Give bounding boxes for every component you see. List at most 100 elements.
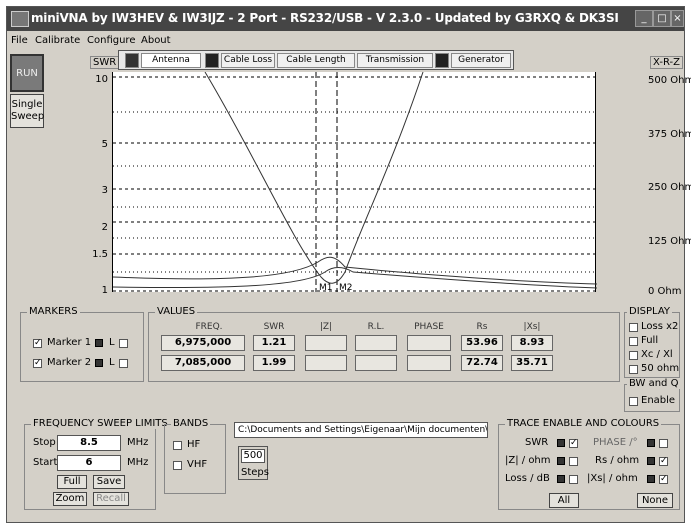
marker-1-label: Marker 1 <box>47 337 92 348</box>
y-tick-2: 2 <box>101 222 108 233</box>
stop-label: Stop <box>33 437 56 448</box>
steps-group: 500 Steps <box>238 446 269 480</box>
tab-antenna[interactable]: Antenna <box>141 53 201 68</box>
antenna-icon[interactable] <box>125 53 139 68</box>
y-tick-1: 1 <box>101 285 108 296</box>
m1-phase <box>407 335 451 351</box>
stop-freq-input[interactable]: 8.5 <box>57 435 121 451</box>
trace-z-checkbox[interactable] <box>569 457 578 466</box>
m2-rs: 72.74 <box>461 355 503 371</box>
vhf-checkbox[interactable] <box>173 461 182 470</box>
full-button[interactable]: Full <box>57 475 87 489</box>
trace-z-label: |Z| / ohm <box>505 455 551 466</box>
bwq-title: BW and Q <box>627 378 681 389</box>
minimize-button[interactable]: _ <box>635 10 653 27</box>
m1-swr: 1.21 <box>253 335 295 351</box>
trace-loss-label: Loss / dB <box>505 473 550 484</box>
bwq-enable-checkbox[interactable] <box>629 397 638 406</box>
tab-cable-loss[interactable]: Cable Loss <box>221 53 275 68</box>
tab-cable-length[interactable]: Cable Length <box>277 53 355 68</box>
run-button[interactable]: RUN <box>10 54 44 92</box>
single-sweep-button[interactable]: Single Sweep <box>10 94 44 128</box>
file-path-field[interactable]: C:\Documents and Settings\Eigenaar\Mijn … <box>234 422 488 438</box>
maximize-button[interactable]: □ <box>653 10 671 27</box>
m1-rs: 53.96 <box>461 335 503 351</box>
steps-input[interactable]: 500 <box>241 449 265 463</box>
recall-button[interactable]: Recall <box>93 492 129 506</box>
trace-rs-color[interactable] <box>647 457 655 465</box>
marker-1-color[interactable] <box>95 339 103 347</box>
sweep-limits-title: FREQUENCY SWEEP LIMITS <box>31 418 170 429</box>
trace-loss-color[interactable] <box>557 475 565 483</box>
trace-rs-label: Rs / ohm <box>595 455 640 466</box>
trace-title: TRACE ENABLE AND COLOURS <box>505 418 662 429</box>
trace-all-button[interactable]: All <box>549 493 579 508</box>
loss-x2-checkbox[interactable] <box>629 323 638 332</box>
header-rl: R.L. <box>367 322 385 332</box>
sweep-limits-group: FREQUENCY SWEEP LIMITS Stop 8.5 MHz Star… <box>24 418 170 510</box>
cable-loss-icon[interactable] <box>205 53 219 68</box>
marker-m1-label: M1 <box>319 283 333 292</box>
r-tick-125: 125 Ohm <box>648 236 691 247</box>
close-button[interactable]: × <box>671 10 684 27</box>
bands-title: BANDS <box>171 418 211 429</box>
hf-label: HF <box>187 439 201 450</box>
hf-checkbox[interactable] <box>173 441 182 450</box>
trace-phase-label: PHASE /° <box>593 437 638 448</box>
menu-configure[interactable]: Configure <box>87 35 135 46</box>
save-button[interactable]: Save <box>93 475 125 489</box>
menu-about[interactable]: About <box>141 35 171 46</box>
tab-generator[interactable]: Generator <box>451 53 511 68</box>
m2-swr: 1.99 <box>253 355 295 371</box>
marker-m2-label: M2 <box>339 283 353 292</box>
xc-xl-checkbox[interactable] <box>629 351 638 360</box>
marker-1-l-checkbox[interactable] <box>119 339 128 348</box>
trace-z-color[interactable] <box>557 457 565 465</box>
plot-svg: M1 M2 <box>112 71 598 293</box>
steps-label: Steps <box>241 467 269 478</box>
header-z: |Z| <box>319 322 333 332</box>
full-label: Full <box>641 335 659 346</box>
trace-swr-color[interactable] <box>557 439 565 447</box>
markers-group: MARKERS ✓ Marker 1 L ✓ Marker 2 L <box>20 306 144 382</box>
marker-2-label: Marker 2 <box>47 357 92 368</box>
tab-transmission[interactable]: Transmission <box>357 53 433 68</box>
values-group: VALUES FREQ. SWR |Z| R.L. PHASE Rs |Xs| … <box>148 306 620 382</box>
m1-xs: 8.93 <box>511 335 553 351</box>
generator-icon[interactable] <box>435 53 449 68</box>
y-tick-3: 3 <box>101 185 108 196</box>
values-title: VALUES <box>155 306 198 317</box>
menu-calibrate[interactable]: Calibrate <box>35 35 80 46</box>
full-checkbox[interactable] <box>629 337 638 346</box>
marker-2-color[interactable] <box>95 359 103 367</box>
display-group: DISPLAY Loss x2 Full Xc / Xl 50 ohm <box>624 306 680 378</box>
trace-xs-color[interactable] <box>647 475 655 483</box>
y-tick-5: 5 <box>101 139 108 150</box>
trace-rs-checkbox[interactable]: ✓ <box>659 457 668 466</box>
header-xs: |Xs| <box>523 322 541 332</box>
rs-trace <box>112 256 598 285</box>
trace-loss-checkbox[interactable] <box>569 475 578 484</box>
header-rs: Rs <box>476 322 488 332</box>
50-ohm-label: 50 ohm <box>641 363 680 374</box>
r-tick-0: 0 Ohm <box>648 286 682 297</box>
start-freq-input[interactable]: 6 <box>57 455 121 471</box>
trace-xs-checkbox[interactable]: ✓ <box>659 475 668 484</box>
trace-swr-checkbox[interactable]: ✓ <box>569 439 578 448</box>
marker-2-l-checkbox[interactable] <box>119 359 128 368</box>
marker-1-l-label: L <box>109 337 115 348</box>
menu-file[interactable]: File <box>11 35 28 46</box>
swr-trace <box>204 71 424 284</box>
50-ohm-checkbox[interactable] <box>629 365 638 374</box>
marker-2-checkbox[interactable]: ✓ <box>33 359 42 368</box>
sweep-plot[interactable]: M1 M2 <box>112 71 598 293</box>
window-title: miniVNA by IW3HEV & IW3IJZ - 2 Port - RS… <box>31 11 619 25</box>
marker-1-checkbox[interactable]: ✓ <box>33 339 42 348</box>
xc-xl-label: Xc / Xl <box>641 349 673 360</box>
trace-none-button[interactable]: None <box>637 493 673 508</box>
trace-phase-checkbox[interactable] <box>659 439 668 448</box>
menu-bar: File Calibrate Configure About <box>7 33 684 49</box>
trace-phase-color[interactable] <box>647 439 655 447</box>
display-title: DISPLAY <box>627 306 673 317</box>
zoom-button[interactable]: Zoom <box>53 492 87 506</box>
